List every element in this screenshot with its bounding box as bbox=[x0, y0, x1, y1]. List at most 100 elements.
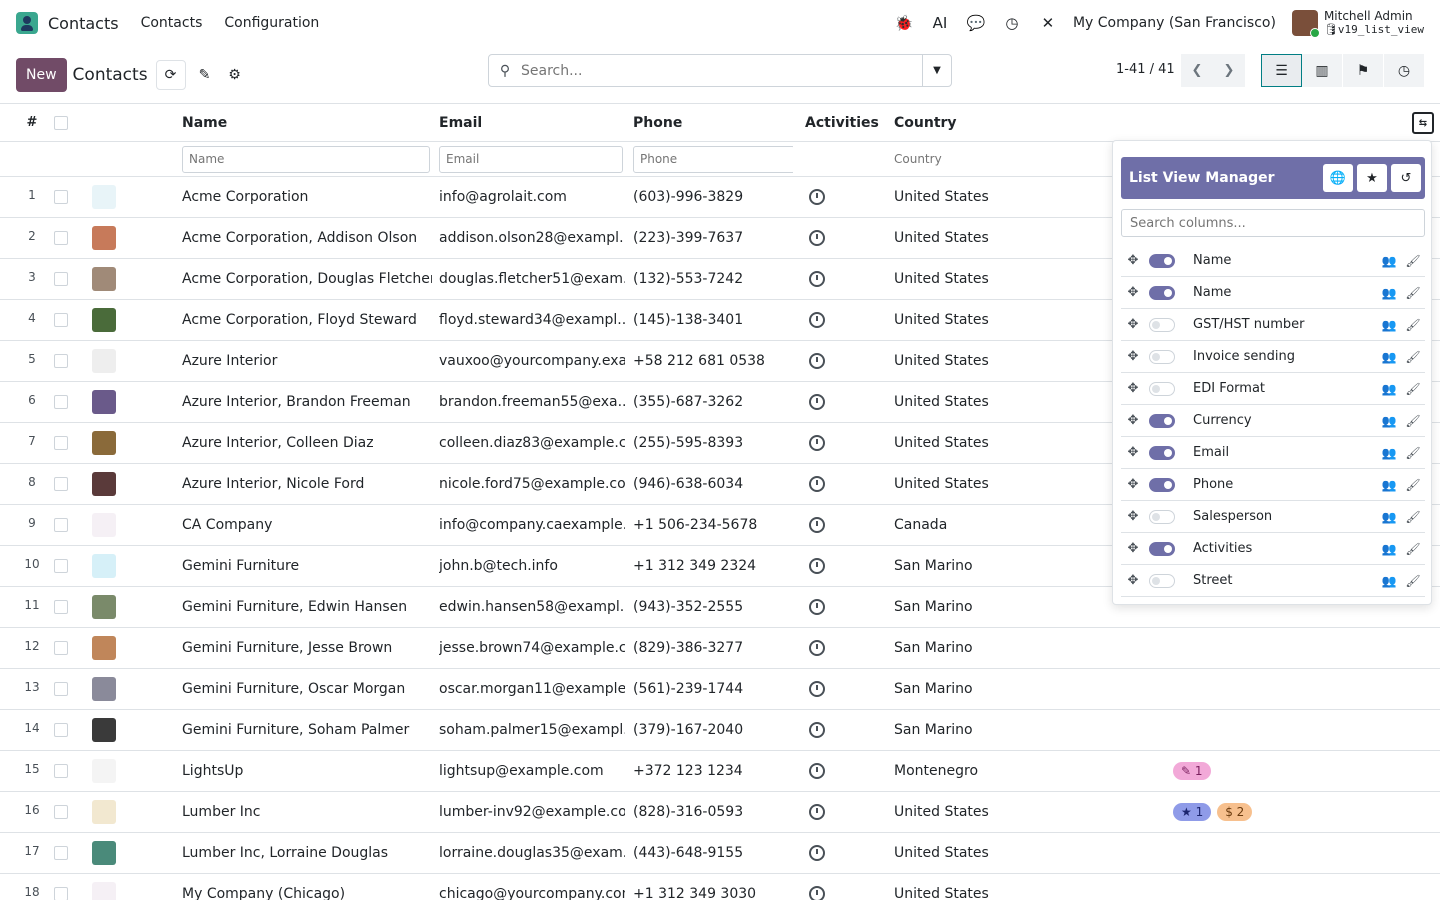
activity-clock-icon[interactable] bbox=[805, 669, 885, 709]
email-filter-input[interactable] bbox=[439, 145, 623, 173]
users-icon[interactable]: 👥 bbox=[1377, 382, 1401, 396]
drag-handle-icon[interactable]: ✥ bbox=[1121, 381, 1145, 396]
activity-clock-icon[interactable] bbox=[805, 874, 885, 900]
users-icon[interactable]: 👥 bbox=[1377, 478, 1401, 492]
activity-view-icon[interactable]: ◷ bbox=[1384, 54, 1425, 87]
drag-handle-icon[interactable]: ✥ bbox=[1121, 413, 1145, 428]
drag-handle-icon[interactable]: ✥ bbox=[1121, 541, 1145, 556]
table-row[interactable]: 13 Gemini Furniture, Oscar Morgan oscar.mo… bbox=[0, 669, 1440, 710]
activity-clock-icon[interactable] bbox=[805, 792, 885, 832]
brush-icon[interactable]: 🖌 bbox=[1401, 318, 1425, 332]
header-phone[interactable]: Phone bbox=[633, 104, 793, 141]
activity-clock-icon[interactable] bbox=[805, 464, 885, 504]
users-icon[interactable]: 👥 bbox=[1377, 350, 1401, 364]
activity-clock-icon[interactable] bbox=[805, 382, 885, 422]
row-checkbox[interactable] bbox=[54, 341, 70, 381]
activity-clock-icon[interactable] bbox=[805, 587, 885, 627]
activity-clock-icon[interactable] bbox=[805, 423, 885, 463]
column-toggle[interactable] bbox=[1149, 349, 1175, 364]
row-checkbox[interactable] bbox=[54, 669, 70, 709]
edit-tag[interactable]: ✎ 1 bbox=[1173, 762, 1211, 780]
brush-icon[interactable]: 🖌 bbox=[1401, 382, 1425, 396]
contacts-app-icon[interactable] bbox=[16, 12, 38, 34]
header-country[interactable]: Country bbox=[894, 104, 1094, 141]
column-toggle[interactable] bbox=[1149, 509, 1175, 524]
row-checkbox[interactable] bbox=[54, 792, 70, 832]
activity-clock-icon[interactable] bbox=[805, 751, 885, 791]
column-toggle[interactable] bbox=[1149, 477, 1175, 492]
row-checkbox[interactable] bbox=[54, 218, 70, 258]
activity-clock-icon[interactable] bbox=[805, 218, 885, 258]
gear-icon[interactable]: ⚙ bbox=[220, 60, 250, 90]
drag-handle-icon[interactable]: ✥ bbox=[1121, 253, 1145, 268]
table-row[interactable]: 18 My Company (Chicago) chicago@yourcompan… bbox=[0, 874, 1440, 900]
drag-handle-icon[interactable]: ✥ bbox=[1121, 573, 1145, 588]
column-toggle[interactable] bbox=[1149, 381, 1175, 396]
activity-clock-icon[interactable] bbox=[805, 710, 885, 750]
menu-contacts[interactable]: Contacts bbox=[141, 15, 203, 31]
brush-icon[interactable]: 🖌 bbox=[1401, 478, 1425, 492]
pager-value[interactable]: 1-41 / 41 bbox=[1116, 62, 1175, 77]
globe-icon[interactable]: 🌐 bbox=[1323, 164, 1353, 192]
header-email[interactable]: Email bbox=[439, 104, 625, 141]
row-checkbox[interactable] bbox=[54, 587, 70, 627]
table-row[interactable]: 12 Gemini Furniture, Jesse Brown jesse.bro… bbox=[0, 628, 1440, 669]
bug-icon[interactable]: 🐞 bbox=[893, 12, 915, 34]
menu-configuration[interactable]: Configuration bbox=[224, 15, 319, 31]
activity-clock-icon[interactable] bbox=[805, 546, 885, 586]
pager-previous-icon[interactable]: ❮ bbox=[1181, 54, 1213, 87]
row-checkbox[interactable] bbox=[54, 833, 70, 873]
drag-handle-icon[interactable]: ✥ bbox=[1121, 445, 1145, 460]
column-toggle[interactable] bbox=[1149, 413, 1175, 428]
activity-clock-icon[interactable] bbox=[805, 259, 885, 299]
column-toggle[interactable] bbox=[1149, 573, 1175, 588]
row-checkbox[interactable] bbox=[54, 628, 70, 668]
header-activities[interactable]: Activities bbox=[805, 104, 885, 141]
activity-clock-icon[interactable] bbox=[805, 177, 885, 217]
drag-handle-icon[interactable]: ✥ bbox=[1121, 317, 1145, 332]
pencil-icon[interactable]: ✎ bbox=[190, 60, 220, 90]
row-checkbox[interactable] bbox=[54, 259, 70, 299]
row-checkbox[interactable] bbox=[54, 300, 70, 340]
drag-handle-icon[interactable]: ✥ bbox=[1121, 509, 1145, 524]
brush-icon[interactable]: 🖌 bbox=[1401, 574, 1425, 588]
activity-clock-icon[interactable] bbox=[805, 505, 885, 545]
activity-clock-icon[interactable] bbox=[805, 833, 885, 873]
activity-clock-icon[interactable] bbox=[805, 341, 885, 381]
chat-icon[interactable]: 💬 bbox=[965, 12, 987, 34]
column-search-input[interactable] bbox=[1121, 209, 1425, 237]
drag-handle-icon[interactable]: ✥ bbox=[1121, 285, 1145, 300]
row-checkbox[interactable] bbox=[54, 874, 70, 900]
drag-handle-icon[interactable]: ✥ bbox=[1121, 349, 1145, 364]
star-tag[interactable]: ★ 1 bbox=[1173, 803, 1212, 821]
name-filter-input[interactable] bbox=[182, 145, 430, 173]
users-icon[interactable]: 👥 bbox=[1377, 574, 1401, 588]
user-menu[interactable]: Mitchell Admin 🛢v19_list_view bbox=[1291, 9, 1424, 38]
ai-icon[interactable]: AI bbox=[929, 12, 951, 34]
new-button[interactable]: New bbox=[16, 57, 67, 92]
search-dropdown-toggle[interactable]: ▼ bbox=[922, 55, 951, 86]
dollar-tag[interactable]: $ 2 bbox=[1217, 803, 1253, 821]
star-icon[interactable]: ★ bbox=[1357, 164, 1387, 192]
users-icon[interactable]: 👥 bbox=[1377, 414, 1401, 428]
select-all-checkbox[interactable] bbox=[54, 104, 70, 141]
column-toggle[interactable] bbox=[1149, 285, 1175, 300]
column-toggle[interactable] bbox=[1149, 253, 1175, 268]
brush-icon[interactable]: 🖌 bbox=[1401, 446, 1425, 460]
country-filter-input[interactable] bbox=[894, 145, 1094, 173]
tools-icon[interactable]: ✕ bbox=[1037, 12, 1059, 34]
table-row[interactable]: 17 Lumber Inc, Lorraine Douglas lorraine.d… bbox=[0, 833, 1440, 874]
drag-handle-icon[interactable]: ✥ bbox=[1121, 477, 1145, 492]
row-checkbox[interactable] bbox=[54, 464, 70, 504]
users-icon[interactable]: 👥 bbox=[1377, 254, 1401, 268]
search-input[interactable] bbox=[521, 62, 922, 79]
row-checkbox[interactable] bbox=[54, 751, 70, 791]
pager-next-icon[interactable]: ❯ bbox=[1213, 54, 1245, 87]
row-checkbox[interactable] bbox=[54, 710, 70, 750]
list-view-icon[interactable]: ☰ bbox=[1261, 54, 1302, 87]
row-checkbox[interactable] bbox=[54, 177, 70, 217]
table-row[interactable]: 15 LightsUp lightsup@example.com +372 123 1… bbox=[0, 751, 1440, 792]
table-row[interactable]: 14 Gemini Furniture, Soham Palmer soham.pa… bbox=[0, 710, 1440, 751]
phone-filter-input[interactable] bbox=[633, 145, 793, 173]
brush-icon[interactable]: 🖌 bbox=[1401, 510, 1425, 524]
